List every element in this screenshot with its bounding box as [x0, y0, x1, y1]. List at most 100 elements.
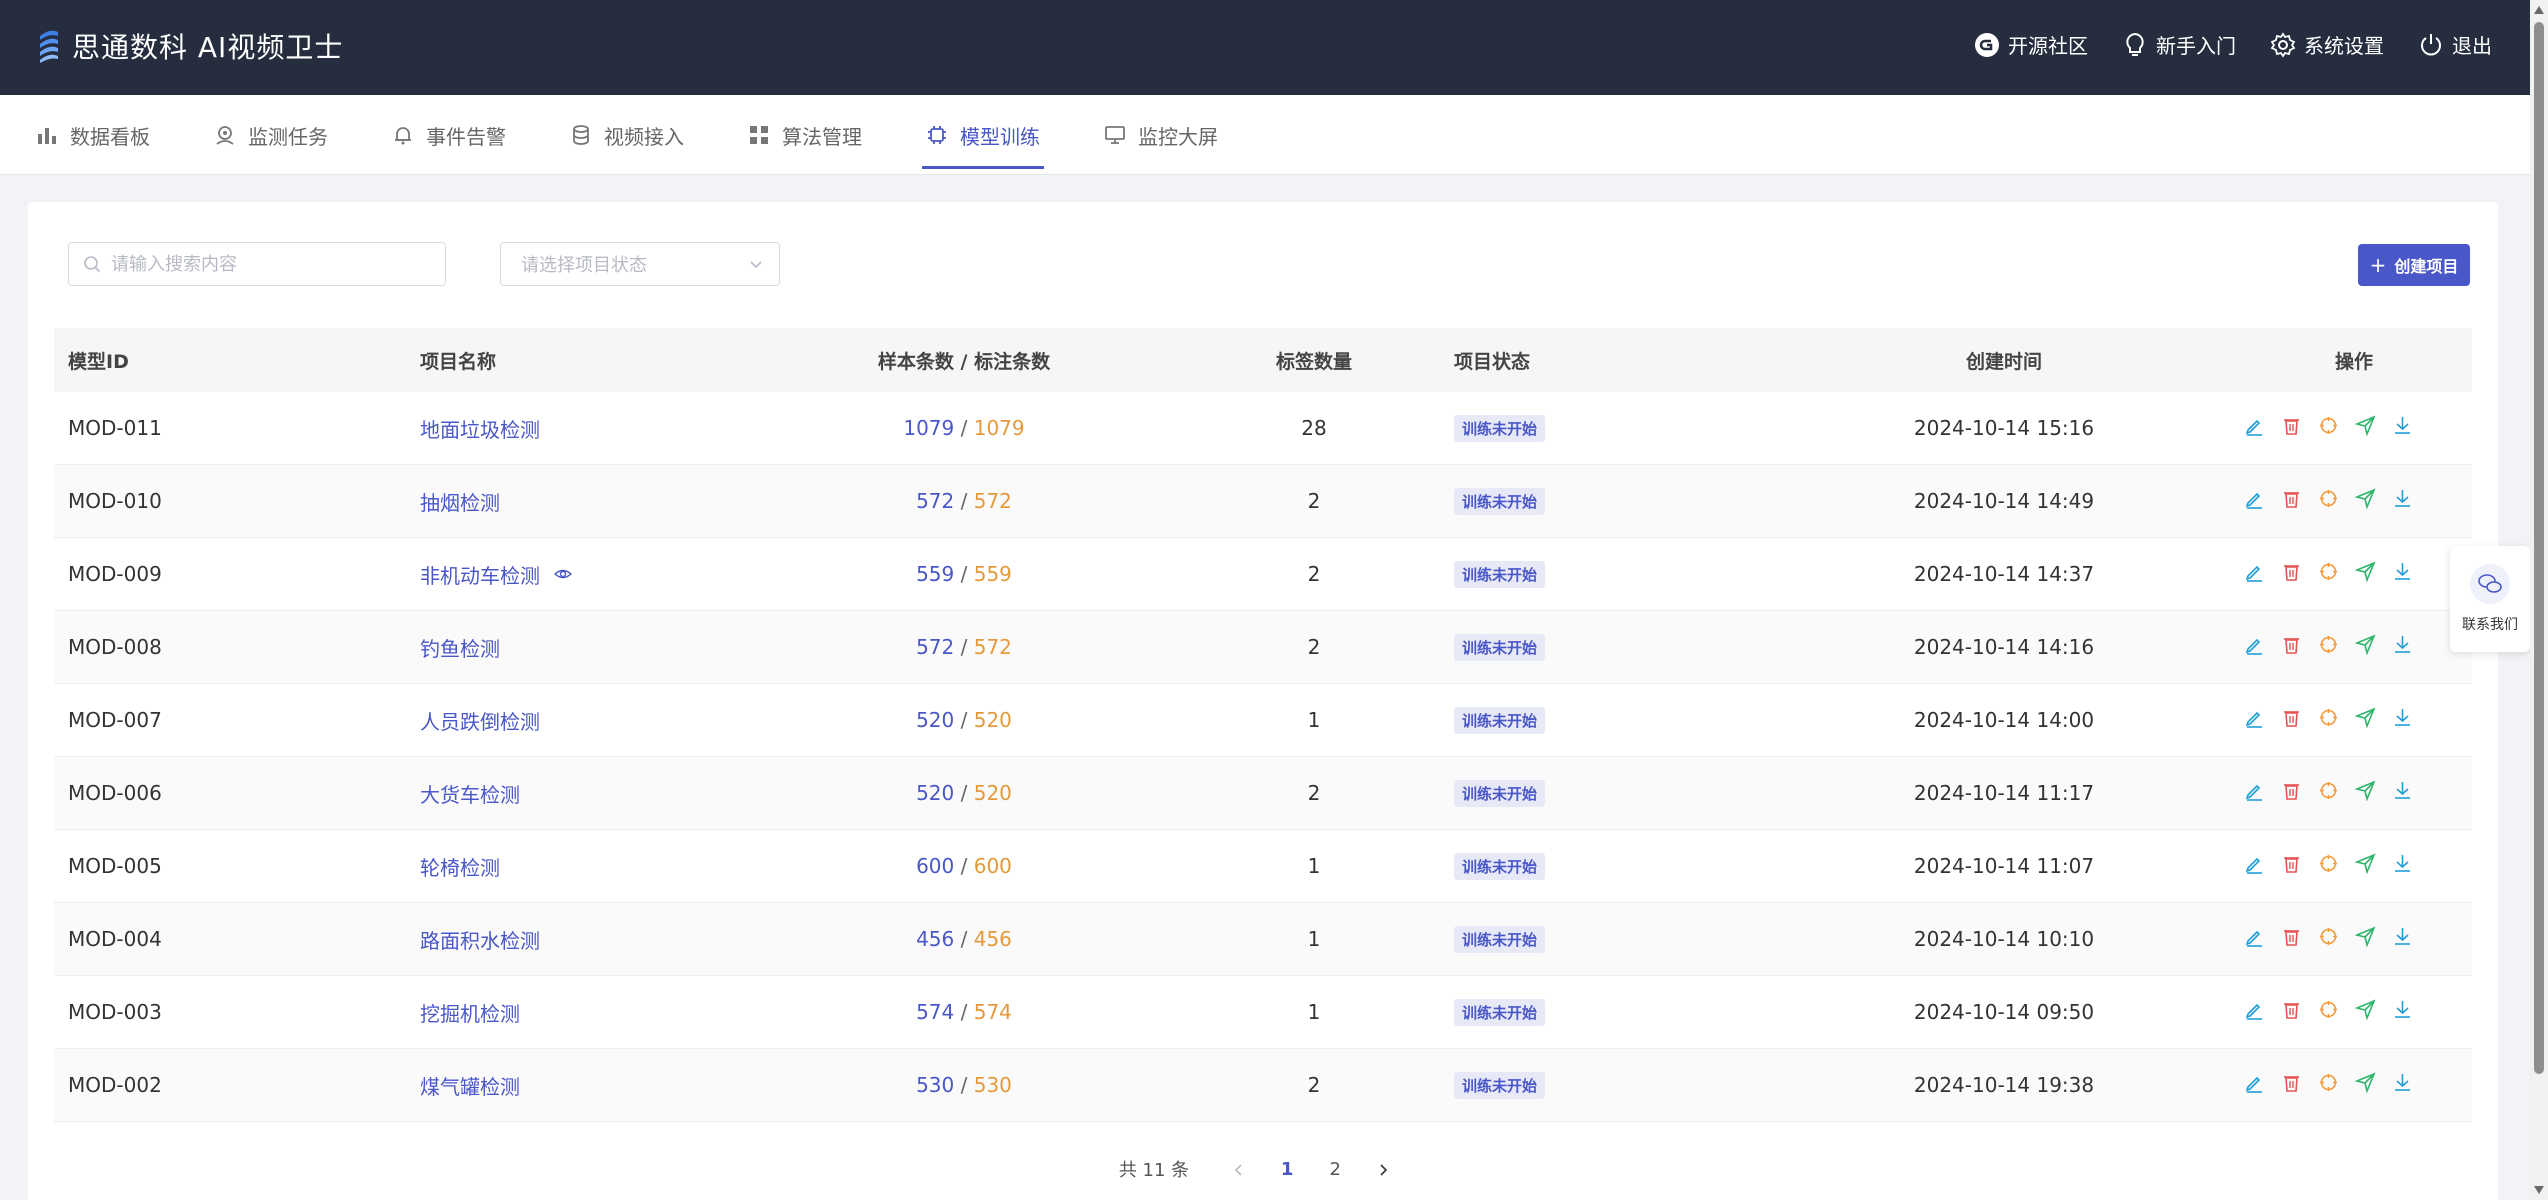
tab-event-alerts[interactable]: 事件告警 [392, 95, 506, 175]
project-name-link[interactable]: 大货车检测 [420, 779, 520, 808]
target-action-button[interactable] [2318, 780, 2339, 806]
target-action-button[interactable] [2318, 926, 2339, 952]
sample-count[interactable]: 559 [916, 562, 954, 586]
delete-action-button[interactable] [2281, 634, 2302, 660]
labeled-count[interactable]: 574 [974, 1000, 1012, 1024]
send-action-button[interactable] [2354, 634, 2376, 660]
next-page-button[interactable] [1359, 1159, 1407, 1180]
project-name-link[interactable]: 挖掘机检测 [420, 998, 520, 1027]
tab-monitor-tasks[interactable]: 监测任务 [214, 95, 328, 175]
download-action-button[interactable] [2392, 561, 2413, 587]
send-action-button[interactable] [2354, 1072, 2376, 1098]
project-name-link[interactable]: 路面积水检测 [420, 925, 540, 954]
sample-count[interactable]: 1079 [903, 416, 954, 440]
send-action-button[interactable] [2354, 853, 2376, 879]
edit-action-button[interactable] [2244, 853, 2265, 879]
edit-action-button[interactable] [2244, 999, 2265, 1025]
sample-count[interactable]: 572 [916, 489, 954, 513]
edit-action-button[interactable] [2244, 780, 2265, 806]
sample-count[interactable]: 572 [916, 635, 954, 659]
labeled-count[interactable]: 600 [974, 854, 1012, 878]
scroll-down-arrow[interactable] [2534, 1186, 2544, 1194]
app-logo[interactable]: 思通数科 AI视频卫士 [36, 26, 343, 66]
send-action-button[interactable] [2354, 415, 2376, 441]
sample-count[interactable]: 574 [916, 1000, 954, 1024]
target-action-button[interactable] [2318, 853, 2339, 879]
download-action-button[interactable] [2392, 707, 2413, 733]
project-name-link[interactable]: 人员跌倒检测 [420, 706, 540, 735]
tab-monitor-screen[interactable]: 监控大屏 [1104, 95, 1218, 175]
delete-action-button[interactable] [2281, 853, 2302, 879]
target-action-button[interactable] [2318, 488, 2339, 514]
send-action-button[interactable] [2354, 780, 2376, 806]
sample-count[interactable]: 520 [916, 708, 954, 732]
delete-action-button[interactable] [2281, 561, 2302, 587]
edit-action-button[interactable] [2244, 488, 2265, 514]
labeled-count[interactable]: 559 [974, 562, 1012, 586]
target-action-button[interactable] [2318, 415, 2339, 441]
settings-link[interactable]: 系统设置 [2270, 30, 2384, 59]
delete-action-button[interactable] [2281, 999, 2302, 1025]
target-action-button[interactable] [2318, 634, 2339, 660]
prev-page-button[interactable] [1215, 1159, 1263, 1180]
send-action-button[interactable] [2354, 707, 2376, 733]
download-action-button[interactable] [2392, 926, 2413, 952]
labeled-count[interactable]: 572 [974, 635, 1012, 659]
tab-algorithm-management[interactable]: 算法管理 [748, 95, 862, 175]
labeled-count[interactable]: 530 [974, 1073, 1012, 1097]
delete-action-button[interactable] [2281, 415, 2302, 441]
edit-action-button[interactable] [2244, 707, 2265, 733]
send-action-button[interactable] [2354, 926, 2376, 952]
project-name-link[interactable]: 轮椅检测 [420, 852, 500, 881]
getting-started-link[interactable]: 新手入门 [2122, 30, 2236, 59]
scroll-thumb[interactable] [2534, 22, 2544, 1074]
sample-count[interactable]: 520 [916, 781, 954, 805]
edit-action-button[interactable] [2244, 634, 2265, 660]
labeled-count[interactable]: 1079 [974, 416, 1025, 440]
sample-count[interactable]: 600 [916, 854, 954, 878]
send-action-button[interactable] [2354, 561, 2376, 587]
logout-link[interactable]: 退出 [2418, 30, 2492, 59]
project-name-link[interactable]: 抽烟检测 [420, 487, 500, 516]
send-action-button[interactable] [2354, 488, 2376, 514]
delete-action-button[interactable] [2281, 1072, 2302, 1098]
download-action-button[interactable] [2392, 634, 2413, 660]
page-scrollbar[interactable] [2530, 0, 2548, 1200]
target-action-button[interactable] [2318, 1072, 2339, 1098]
tab-video-access[interactable]: 视频接入 [570, 95, 684, 175]
search-input[interactable] [111, 253, 411, 275]
download-action-button[interactable] [2392, 1072, 2413, 1098]
view-icon[interactable] [554, 565, 572, 583]
page-1-button[interactable]: 1 [1263, 1159, 1311, 1180]
download-action-button[interactable] [2392, 999, 2413, 1025]
target-action-button[interactable] [2318, 707, 2339, 733]
labeled-count[interactable]: 572 [974, 489, 1012, 513]
target-action-button[interactable] [2318, 999, 2339, 1025]
page-2-button[interactable]: 2 [1311, 1159, 1359, 1180]
project-name-link[interactable]: 钓鱼检测 [420, 633, 500, 662]
delete-action-button[interactable] [2281, 707, 2302, 733]
send-action-button[interactable] [2354, 999, 2376, 1025]
project-name-link[interactable]: 地面垃圾检测 [420, 414, 540, 443]
edit-action-button[interactable] [2244, 415, 2265, 441]
status-select[interactable]: 请选择项目状态 [500, 242, 780, 286]
sample-count[interactable]: 456 [916, 927, 954, 951]
tab-dashboard[interactable]: 数据看板 [36, 95, 150, 175]
sample-count[interactable]: 530 [916, 1073, 954, 1097]
delete-action-button[interactable] [2281, 488, 2302, 514]
target-action-button[interactable] [2318, 561, 2339, 587]
download-action-button[interactable] [2392, 488, 2413, 514]
project-name-link[interactable]: 煤气罐检测 [420, 1071, 520, 1100]
search-box[interactable] [68, 242, 446, 286]
scroll-up-arrow[interactable] [2534, 6, 2544, 14]
delete-action-button[interactable] [2281, 926, 2302, 952]
labeled-count[interactable]: 520 [974, 781, 1012, 805]
download-action-button[interactable] [2392, 415, 2413, 441]
tab-model-training[interactable]: 模型训练 [922, 95, 1044, 175]
create-project-button[interactable]: + 创建项目 [2358, 244, 2470, 286]
contact-us-button[interactable]: 联系我们 [2450, 546, 2530, 652]
edit-action-button[interactable] [2244, 561, 2265, 587]
download-action-button[interactable] [2392, 853, 2413, 879]
labeled-count[interactable]: 520 [974, 708, 1012, 732]
labeled-count[interactable]: 456 [974, 927, 1012, 951]
